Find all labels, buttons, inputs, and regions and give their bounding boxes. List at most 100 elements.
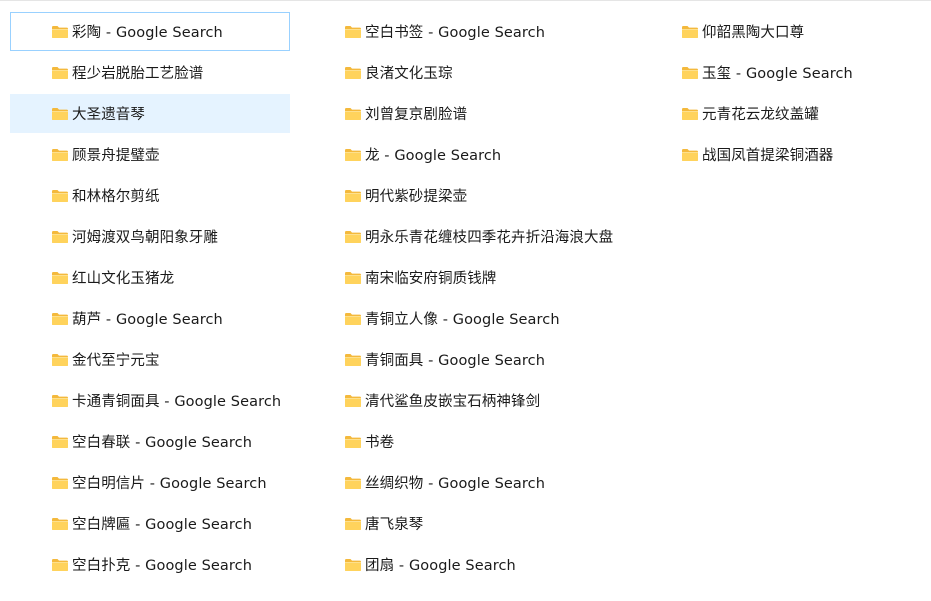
folder-label: 金代至宁元宝 — [72, 353, 160, 369]
folder-label: 书卷 — [365, 435, 395, 451]
folder-item[interactable]: 明代紫砂提梁壶 — [333, 176, 633, 215]
folder-icon — [52, 190, 68, 202]
folder-label: 明永乐青花缠枝四季花卉折沿海浪大盘 — [365, 230, 614, 246]
folder-item[interactable]: 明永乐青花缠枝四季花卉折沿海浪大盘 — [333, 217, 633, 256]
folder-label: 空白春联 - Google Search — [72, 435, 253, 451]
folder-item[interactable]: 丝绸织物 - Google Search — [333, 463, 633, 502]
folder-item[interactable]: 玉玺 - Google Search — [670, 53, 920, 92]
folder-label: 空白书签 - Google Search — [365, 25, 546, 41]
folder-item[interactable]: 大圣遗音琴 — [10, 94, 290, 133]
folder-item[interactable]: 空白牌匾 - Google Search — [10, 504, 290, 543]
folder-label: 空白明信片 - Google Search — [72, 476, 267, 492]
folder-icon — [345, 559, 361, 571]
folder-label: 河姆渡双鸟朝阳象牙雕 — [72, 230, 218, 246]
folder-icon — [345, 518, 361, 530]
folder-icon — [682, 26, 698, 38]
folder-label: 红山文化玉猪龙 — [72, 271, 175, 287]
folder-label: 明代紫砂提梁壶 — [365, 189, 468, 205]
folder-icon — [345, 272, 361, 284]
folder-label: 丝绸织物 - Google Search — [365, 476, 546, 492]
folder-icon — [52, 67, 68, 79]
folder-label: 卡通青铜面具 - Google Search — [72, 394, 282, 410]
folder-icon — [345, 190, 361, 202]
folder-label: 彩陶 - Google Search — [72, 25, 223, 41]
folder-icon — [52, 477, 68, 489]
folder-item[interactable]: 书卷 — [333, 422, 633, 461]
folder-item[interactable]: 刘曾复京剧脸谱 — [333, 94, 633, 133]
folder-icon — [52, 108, 68, 120]
folder-label: 大圣遗音琴 — [72, 107, 145, 123]
folder-icon — [682, 67, 698, 79]
folder-icon — [345, 395, 361, 407]
folder-item[interactable]: 葫芦 - Google Search — [10, 299, 290, 338]
folder-item[interactable]: 战国凤首提梁铜酒器 — [670, 135, 920, 174]
folder-icon — [52, 313, 68, 325]
folder-label: 葫芦 - Google Search — [72, 312, 223, 328]
folder-icon — [52, 354, 68, 366]
folder-label: 青铜面具 - Google Search — [365, 353, 546, 369]
folder-label: 龙 - Google Search — [365, 148, 502, 164]
folder-icon — [345, 313, 361, 325]
folder-item[interactable]: 空白扑克 - Google Search — [10, 545, 290, 584]
folder-item[interactable]: 程少岩脱胎工艺脸谱 — [10, 53, 290, 92]
folder-item[interactable]: 青铜面具 - Google Search — [333, 340, 633, 379]
folder-label: 仰韶黑陶大口尊 — [702, 25, 805, 41]
folder-icon — [682, 108, 698, 120]
folder-label: 良渚文化玉琮 — [365, 66, 453, 82]
folder-item[interactable]: 和林格尔剪纸 — [10, 176, 290, 215]
folder-column-2: 空白书签 - Google Search 良渚文化玉琮 刘曾复京剧脸谱 龙 - … — [333, 12, 633, 586]
folder-icon — [52, 26, 68, 38]
folder-icon — [52, 436, 68, 448]
folder-item[interactable]: 团扇 - Google Search — [333, 545, 633, 584]
folder-label: 程少岩脱胎工艺脸谱 — [72, 66, 204, 82]
folder-label: 南宋临安府铜质钱牌 — [365, 271, 497, 287]
folder-column-3: 仰韶黑陶大口尊 玉玺 - Google Search 元青花云龙纹盖罐 战国凤首… — [670, 12, 920, 176]
folder-icon — [345, 108, 361, 120]
folder-label: 空白牌匾 - Google Search — [72, 517, 253, 533]
folder-item[interactable]: 顾景舟提璧壶 — [10, 135, 290, 174]
folder-item[interactable]: 空白书签 - Google Search — [333, 12, 633, 51]
folder-item[interactable]: 良渚文化玉琮 — [333, 53, 633, 92]
top-border — [0, 0, 931, 1]
file-explorer-window: 彩陶 - Google Search 程少岩脱胎工艺脸谱 大圣遗音琴 顾景舟提璧… — [0, 0, 931, 601]
folder-icon — [52, 149, 68, 161]
folder-item[interactable]: 青铜立人像 - Google Search — [333, 299, 633, 338]
folder-item[interactable]: 金代至宁元宝 — [10, 340, 290, 379]
folder-label: 顾景舟提璧壶 — [72, 148, 160, 164]
folder-icon — [345, 26, 361, 38]
folder-label: 团扇 - Google Search — [365, 558, 516, 574]
folder-label: 唐飞泉琴 — [365, 517, 424, 533]
folder-item[interactable]: 仰韶黑陶大口尊 — [670, 12, 920, 51]
folder-item[interactable]: 卡通青铜面具 - Google Search — [10, 381, 290, 420]
folder-item[interactable]: 彩陶 - Google Search — [10, 12, 290, 51]
folder-icon — [345, 354, 361, 366]
folder-icon — [52, 518, 68, 530]
folder-icon — [52, 559, 68, 571]
folder-label: 玉玺 - Google Search — [702, 66, 853, 82]
folder-label: 战国凤首提梁铜酒器 — [702, 148, 834, 164]
folder-label: 青铜立人像 - Google Search — [365, 312, 560, 328]
folder-icon — [682, 149, 698, 161]
folder-icon — [345, 67, 361, 79]
folder-icon — [52, 395, 68, 407]
folder-column-1: 彩陶 - Google Search 程少岩脱胎工艺脸谱 大圣遗音琴 顾景舟提璧… — [10, 12, 290, 586]
folder-icon — [345, 477, 361, 489]
folder-label: 元青花云龙纹盖罐 — [702, 107, 819, 123]
folder-item[interactable]: 元青花云龙纹盖罐 — [670, 94, 920, 133]
folder-item[interactable]: 南宋临安府铜质钱牌 — [333, 258, 633, 297]
folder-item[interactable]: 唐飞泉琴 — [333, 504, 633, 543]
folder-item[interactable]: 河姆渡双鸟朝阳象牙雕 — [10, 217, 290, 256]
folder-label: 空白扑克 - Google Search — [72, 558, 253, 574]
folder-item[interactable]: 空白春联 - Google Search — [10, 422, 290, 461]
folder-item[interactable]: 清代鲨鱼皮嵌宝石柄神锋剑 — [333, 381, 633, 420]
folder-item[interactable]: 龙 - Google Search — [333, 135, 633, 174]
folder-icon — [345, 149, 361, 161]
folder-label: 刘曾复京剧脸谱 — [365, 107, 468, 123]
folder-label: 和林格尔剪纸 — [72, 189, 160, 205]
folder-icon — [52, 272, 68, 284]
folder-item[interactable]: 空白明信片 - Google Search — [10, 463, 290, 502]
folder-label: 清代鲨鱼皮嵌宝石柄神锋剑 — [365, 394, 541, 410]
folder-icon — [52, 231, 68, 243]
folder-item[interactable]: 红山文化玉猪龙 — [10, 258, 290, 297]
folder-icon — [345, 231, 361, 243]
